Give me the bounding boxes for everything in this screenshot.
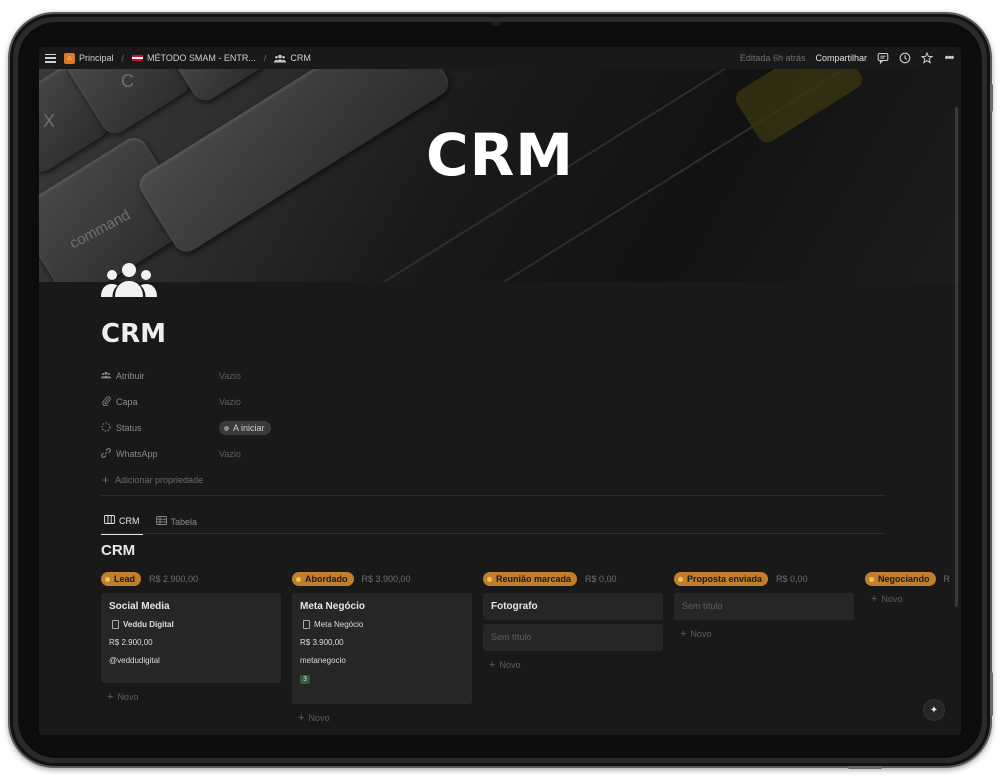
link-icon xyxy=(101,448,111,460)
property-row-atribuir[interactable]: Atribuir Vazio xyxy=(101,363,886,389)
count-badge: 3 xyxy=(300,675,310,684)
property-value[interactable]: Vazio xyxy=(219,371,241,381)
board-icon xyxy=(104,515,115,526)
new-card-button[interactable]: + Novo xyxy=(871,593,961,605)
document-icon xyxy=(303,620,310,629)
paperclip-icon xyxy=(101,396,111,408)
column-sum: R$ 2.900,00 xyxy=(149,574,199,584)
cover-title: CRM xyxy=(426,121,574,189)
breadcrumb-item-principal[interactable]: Principal xyxy=(79,53,114,63)
add-property-button[interactable]: + Adicionar propriedade xyxy=(101,467,886,493)
volume-button xyxy=(990,84,993,112)
status-icon xyxy=(101,422,111,434)
property-row-whatsapp[interactable]: WhatsApp Vazio xyxy=(101,441,886,467)
property-name: Status xyxy=(116,423,142,433)
property-value[interactable]: Vazio xyxy=(219,449,241,459)
status-badge[interactable]: A iniciar xyxy=(219,421,271,435)
board-card[interactable]: Fotografo xyxy=(483,593,663,620)
new-card-button[interactable]: + Novo xyxy=(298,712,472,724)
board-card[interactable]: Sem título xyxy=(674,593,854,620)
sparkle-icon[interactable]: ✦ xyxy=(923,699,945,721)
property-value[interactable]: Vazio xyxy=(219,397,241,407)
column-sum: R$ 3.900,00 xyxy=(361,574,411,584)
board-column-proposta: Proposta enviada R$ 0,00 Sem título + Nov… xyxy=(674,571,854,640)
breadcrumb-item-crm[interactable]: CRM xyxy=(290,53,311,63)
column-sum: R$ 0,00 xyxy=(585,574,617,584)
side-button xyxy=(990,672,993,716)
share-button[interactable]: Compartilhar xyxy=(815,53,867,63)
plus-icon: + xyxy=(489,659,496,671)
board-column-abordado: Abordado R$ 3.900,00 Meta Negócio Meta N… xyxy=(292,571,472,724)
board-column-lead: Lead R$ 2.900,00 Social Media Veddu Digi… xyxy=(101,571,281,703)
camera xyxy=(491,22,501,26)
cover-image: command C X CRM xyxy=(39,69,961,282)
breadcrumb-item-metodo[interactable]: MÉTODO SMAM - ENTR... xyxy=(147,53,256,63)
board-column-reuniao: Reunião marcada R$ 0,00 Fotografo Sem tí… xyxy=(483,571,663,671)
kanban-board: Lead R$ 2.900,00 Social Media Veddu Digi… xyxy=(101,571,961,735)
table-icon xyxy=(155,516,167,527)
more-icon[interactable]: ••• xyxy=(943,52,955,64)
document-icon xyxy=(112,620,119,629)
people-icon xyxy=(101,371,111,381)
property-name: Capa xyxy=(116,397,138,407)
view-tabs: CRM Tabela xyxy=(101,511,200,535)
clock-icon[interactable] xyxy=(899,52,911,64)
properties: Atribuir Vazio Capa Vazio Status A inici… xyxy=(101,363,886,493)
property-name: Atribuir xyxy=(116,371,145,381)
bottom-button xyxy=(848,766,882,769)
tab-tabela[interactable]: Tabela xyxy=(153,511,201,535)
comment-icon[interactable] xyxy=(877,52,889,64)
board-card[interactable]: Sem título xyxy=(483,624,663,651)
people-icon xyxy=(274,54,287,62)
house-icon: ⌂ xyxy=(64,52,75,64)
database-title[interactable]: CRM xyxy=(101,542,135,559)
page-title: CRM xyxy=(101,319,166,349)
board-card[interactable]: Social Media Veddu Digital R$ 2.900,00 @… xyxy=(101,593,281,683)
breadcrumb: ⌂ Principal / MÉTODO SMAM - ENTR... / CR… xyxy=(64,52,311,64)
column-badge[interactable]: Negociando xyxy=(865,572,936,586)
board-card[interactable]: Meta Negócio Meta Negócio R$ 3.900,00 me… xyxy=(292,593,472,704)
plus-icon: + xyxy=(680,628,687,640)
page-people-icon[interactable] xyxy=(101,259,157,299)
tab-crm[interactable]: CRM xyxy=(101,511,143,535)
menu-icon[interactable] xyxy=(45,53,56,63)
column-sum: R xyxy=(943,574,951,584)
screen: ⌂ Principal / MÉTODO SMAM - ENTR... / CR… xyxy=(39,47,961,735)
new-card-button[interactable]: + Novo xyxy=(680,628,854,640)
column-badge[interactable]: Proposta enviada xyxy=(674,572,769,586)
plus-icon: + xyxy=(298,712,305,724)
plus-icon: + xyxy=(107,691,114,703)
divider xyxy=(101,495,886,496)
flag-icon xyxy=(132,54,144,62)
column-badge[interactable]: Lead xyxy=(101,572,142,586)
column-badge[interactable]: Reunião marcada xyxy=(483,572,578,586)
scrollbar[interactable] xyxy=(955,107,958,607)
plus-icon: + xyxy=(871,593,878,605)
plus-icon: + xyxy=(102,473,110,487)
edited-timestamp: Editada 6h atrás xyxy=(739,53,806,63)
property-name: WhatsApp xyxy=(116,449,158,459)
board-column-negociando: Negociando R + Novo xyxy=(865,571,961,605)
new-card-button[interactable]: + Novo xyxy=(489,659,663,671)
column-sum: R$ 0,00 xyxy=(776,574,808,584)
topbar: ⌂ Principal / MÉTODO SMAM - ENTR... / CR… xyxy=(39,47,961,69)
property-row-status[interactable]: Status A iniciar xyxy=(101,415,886,441)
column-badge[interactable]: Abordado xyxy=(292,572,354,586)
new-card-button[interactable]: + Novo xyxy=(107,691,281,703)
property-row-capa[interactable]: Capa Vazio xyxy=(101,389,886,415)
star-icon[interactable] xyxy=(921,52,933,64)
tabs-divider xyxy=(101,533,886,534)
